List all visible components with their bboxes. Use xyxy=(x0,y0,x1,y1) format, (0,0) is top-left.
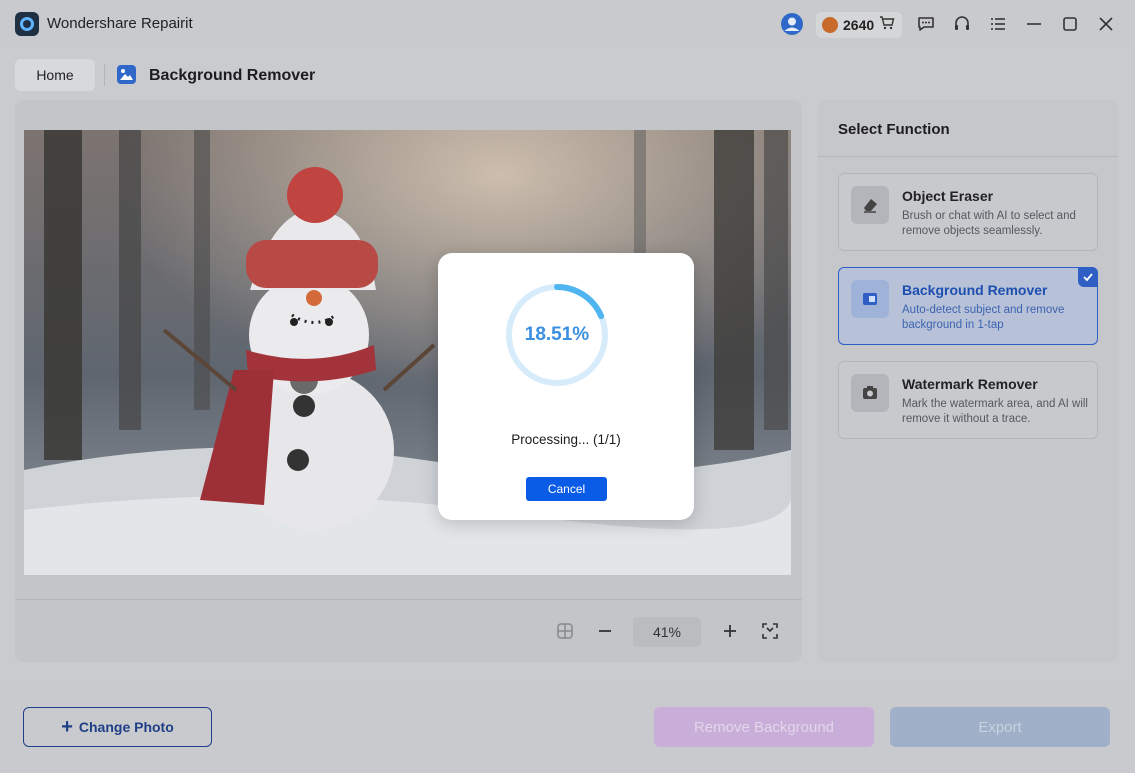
function-card-background-remover[interactable]: Background Remover Auto-detect subject a… xyxy=(838,267,1098,345)
zoom-in-icon[interactable] xyxy=(719,620,741,642)
account-avatar-icon[interactable] xyxy=(780,12,804,36)
breadcrumb-divider xyxy=(104,64,105,86)
change-photo-label: Change Photo xyxy=(78,719,174,735)
watermark-remover-icon xyxy=(851,374,889,412)
close-icon[interactable] xyxy=(1094,12,1118,36)
remove-background-button[interactable]: Remove Background xyxy=(654,707,874,747)
credits-button[interactable]: 2640 xyxy=(816,12,902,38)
cancel-button[interactable]: Cancel xyxy=(526,477,607,501)
minimize-icon[interactable] xyxy=(1022,12,1046,36)
selected-check-icon xyxy=(1078,267,1098,287)
zoom-level-display[interactable]: 41% xyxy=(633,617,701,647)
eraser-icon xyxy=(851,186,889,224)
headset-support-icon[interactable] xyxy=(950,12,974,36)
export-button[interactable]: Export xyxy=(890,707,1110,747)
processing-status: Processing... (1/1) xyxy=(511,432,621,447)
function-description: Brush or chat with AI to select and remo… xyxy=(902,210,1076,237)
function-description: Mark the watermark area, and AI will rem… xyxy=(902,398,1088,425)
page-title: Background Remover xyxy=(149,67,316,84)
fit-screen-icon[interactable] xyxy=(759,620,781,642)
function-description: Auto-detect subject and remove backgroun… xyxy=(902,304,1065,331)
function-name: Object Eraser xyxy=(902,188,994,204)
credits-count: 2640 xyxy=(843,17,875,33)
background-remover-icon xyxy=(851,280,889,318)
processing-dialog: 18.51% Processing... (1/1) Cancel xyxy=(438,253,694,520)
function-name: Background Remover xyxy=(902,282,1048,298)
app-title: Wondershare Repairit xyxy=(47,15,193,32)
maximize-icon[interactable] xyxy=(1058,12,1082,36)
title-bar: Wondershare Repairit 2640 xyxy=(0,0,1135,48)
function-name: Watermark Remover xyxy=(902,376,1038,392)
cart-icon xyxy=(879,15,895,36)
progress-percent: 18.51% xyxy=(524,324,590,345)
compare-split-icon[interactable] xyxy=(554,620,576,642)
zoom-out-icon[interactable] xyxy=(594,620,616,642)
function-card-object-eraser[interactable]: Object Eraser Brush or chat with AI to s… xyxy=(838,173,1098,251)
coin-icon xyxy=(822,17,838,33)
change-photo-button[interactable]: + Change Photo xyxy=(23,707,212,747)
function-card-watermark-remover[interactable]: Watermark Remover Mark the watermark are… xyxy=(838,361,1098,439)
canvas-divider xyxy=(15,599,802,600)
home-button[interactable]: Home xyxy=(15,59,95,91)
chat-icon[interactable] xyxy=(914,12,938,36)
function-panel-divider xyxy=(818,156,1118,157)
image-icon xyxy=(117,65,136,84)
menu-icon[interactable] xyxy=(986,12,1010,36)
function-panel-title: Select Function xyxy=(838,121,950,138)
app-logo-icon xyxy=(15,12,39,36)
plus-icon: + xyxy=(61,716,73,738)
